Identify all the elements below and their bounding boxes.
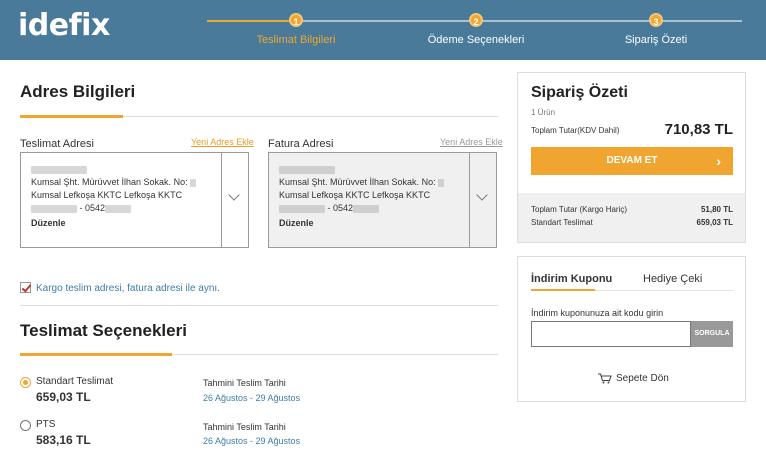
summary-row-value: 659,03 TL: [696, 218, 733, 227]
step-number: 1: [289, 13, 303, 27]
delivery-address-text: Kumsal Şht. Mürüvvet İlhan Sokak. No: Ku…: [31, 163, 219, 230]
logo[interactable]: idefix: [18, 8, 110, 43]
cart-icon: [598, 373, 612, 384]
summary-total-label: Toplam Tutar(KDV Dahil): [531, 126, 620, 135]
shipping-section-title: Teslimat Seçenekleri: [20, 321, 187, 340]
shipping-option-name[interactable]: Standart Teslimat: [36, 376, 113, 387]
redacted-text: [31, 204, 77, 213]
query-coupon-button[interactable]: SORGULA: [691, 321, 733, 347]
step-delivery-info: 1 Teslimat Bilgileri: [221, 13, 371, 46]
estimated-delivery-label: Tahmini Teslim Tarihi: [203, 422, 286, 432]
shipping-option-price: 659,03 TL: [36, 390, 91, 404]
delivery-address-label: Teslimat Adresi: [20, 138, 94, 150]
summary-breakdown: Toplam Tutar (Kargo Hariç) 51,80 TL Stan…: [518, 193, 745, 242]
step-label: Teslimat Bilgileri: [256, 34, 336, 46]
coupon-description: İndirim kuponunuza ait kodu girin: [531, 308, 664, 318]
summary-row-subtotal: Toplam Tutar (Kargo Hariç) 51,80 TL: [531, 205, 733, 214]
tab-active-indicator: [531, 289, 595, 291]
redacted-name: [279, 165, 335, 174]
step-payment-options: 2 Ödeme Seçenekleri: [401, 13, 551, 46]
estimated-delivery-dates: 26 Ağustos - 29 Ağustos: [203, 436, 301, 446]
address-section-title: Adres Bilgileri: [20, 82, 136, 101]
step-label: Sipariş Özeti: [624, 34, 688, 46]
tab-discount-coupon[interactable]: İndirim Kuponu: [531, 273, 612, 285]
billing-address-edit-link[interactable]: Düzenle: [279, 217, 467, 230]
shipping-title-accent: [20, 353, 172, 356]
billing-address-select[interactable]: Kumsal Şht. Mürüvvet İlhan Sokak. No: Ku…: [268, 152, 497, 248]
summary-title: Sipariş Özeti: [531, 84, 628, 101]
shipping-option-radio-pts[interactable]: [20, 420, 31, 431]
address-line-1: Kumsal Şht. Mürüvvet İlhan Sokak. No:: [31, 177, 188, 187]
address-phone: - 0542: [327, 203, 354, 213]
step-number: 3: [649, 13, 663, 27]
address-line-2: Kumsal Lefkoşa KKTC Lefkoşa KKTC: [279, 190, 431, 200]
chevron-down-icon[interactable]: [476, 189, 488, 201]
address-phone: - 0542: [79, 203, 106, 213]
header: idefix 1 Teslimat Bilgileri 2 Ödeme Seçe…: [0, 0, 766, 60]
add-delivery-address-link[interactable]: Yeni Adres Ekle: [191, 137, 254, 147]
order-summary-panel: Sipariş Özeti 1 Ürün Toplam Tutar(KDV Da…: [517, 72, 746, 243]
summary-total-value: 710,83 TL: [664, 121, 733, 138]
shipping-option-name[interactable]: PTS: [36, 419, 55, 430]
summary-row-label: Toplam Tutar (Kargo Hariç): [531, 205, 628, 214]
redacted-text: [438, 178, 445, 187]
estimated-delivery-label: Tahmini Teslim Tarihi: [203, 378, 286, 388]
back-to-cart-link[interactable]: Sepete Dön: [598, 373, 669, 384]
estimated-delivery-dates: 26 Ağustos - 29 Ağustos: [203, 393, 301, 403]
chevron-right-icon: ›: [716, 153, 721, 169]
step-label: Ödeme Seçenekleri: [427, 34, 525, 46]
redacted-phone: [105, 204, 132, 213]
coupon-code-input[interactable]: [531, 321, 691, 347]
address-line-2: Kumsal Lefkoşa KKTC Lefkoşa KKTC: [31, 190, 183, 200]
redacted-text: [279, 204, 325, 213]
shipping-option-radio-standard[interactable]: [20, 377, 31, 388]
billing-address-text: Kumsal Şht. Mürüvvet İlhan Sokak. No: Ku…: [279, 163, 467, 230]
select-divider: [469, 153, 470, 247]
summary-item-count: 1 Ürün: [531, 108, 556, 117]
tab-gift-voucher[interactable]: Hediye Çeki: [643, 273, 702, 285]
redacted-phone: [353, 204, 380, 213]
summary-row-value: 51,80 TL: [700, 205, 733, 214]
back-to-cart-label: Sepete Dön: [616, 373, 669, 385]
add-billing-address-link[interactable]: Yeni Adres Ekle: [440, 137, 503, 147]
same-address-label[interactable]: Kargo teslim adresi, fatura adresi ile a…: [36, 283, 220, 294]
redacted-text: [190, 178, 197, 187]
delivery-address-edit-link[interactable]: Düzenle: [31, 217, 219, 230]
redacted-name: [31, 165, 87, 174]
step-order-summary: 3 Sipariş Özeti: [581, 13, 731, 46]
coupon-panel: İndirim Kuponu Hediye Çeki İndirim kupon…: [517, 256, 746, 402]
billing-address-label: Fatura Adresi: [268, 138, 334, 150]
address-title-accent: [20, 115, 123, 118]
continue-button[interactable]: DEVAM ET ›: [531, 147, 733, 175]
section-divider: [20, 305, 498, 306]
chevron-down-icon[interactable]: [228, 189, 240, 201]
address-line-1: Kumsal Şht. Mürüvvet İlhan Sokak. No:: [279, 177, 436, 187]
delivery-address-select[interactable]: Kumsal Şht. Mürüvvet İlhan Sokak. No: Ku…: [20, 152, 249, 248]
shipping-option-price: 583,16 TL: [36, 433, 91, 447]
continue-button-label: DEVAM ET: [606, 155, 658, 166]
summary-row-label: Standart Teslimat: [531, 218, 593, 227]
select-divider: [221, 153, 222, 247]
step-number: 2: [469, 13, 483, 27]
same-address-checkbox[interactable]: [20, 282, 31, 293]
summary-row-shipping: Standart Teslimat 659,03 TL: [531, 218, 733, 227]
